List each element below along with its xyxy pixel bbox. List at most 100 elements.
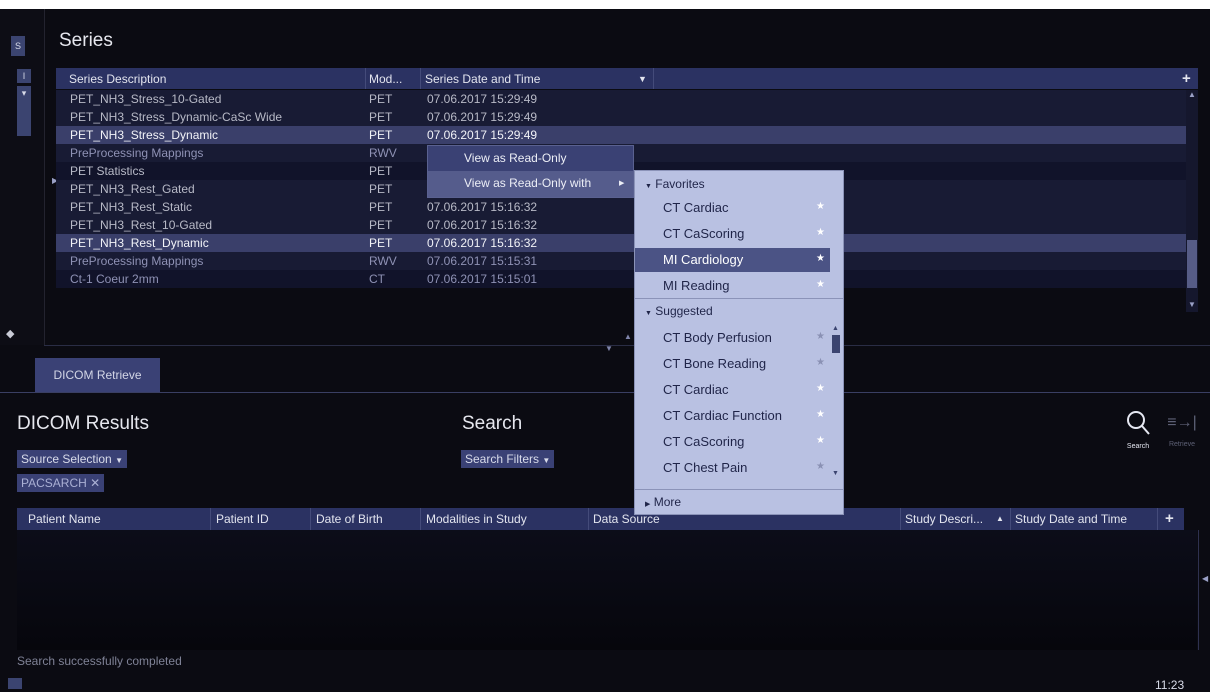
- source-chip[interactable]: PACSARCH ✕: [17, 474, 105, 492]
- series-modality: CT: [369, 272, 385, 286]
- panel-tab-s[interactable]: S: [11, 36, 25, 56]
- table-row[interactable]: PET_NH3_Rest_Static PET 07.06.2017 15:16:3…: [56, 198, 1186, 216]
- menu-item-label: View as Read-Only: [464, 151, 567, 165]
- splitter-up-icon[interactable]: ▲: [624, 332, 632, 341]
- star-icon[interactable]: ★: [816, 409, 825, 420]
- scroll-thumb[interactable]: [832, 335, 840, 353]
- source-selection-dropdown[interactable]: Source Selection ▼: [17, 450, 127, 468]
- star-icon[interactable]: ★: [816, 357, 825, 368]
- series-scrollbar[interactable]: ▲ ▼: [1186, 90, 1198, 312]
- col-series-description[interactable]: Series Description: [69, 72, 166, 86]
- submenu-scrollbar[interactable]: ▲ ▼: [832, 325, 840, 479]
- col-date-of-birth[interactable]: Date of Birth: [316, 512, 383, 526]
- layout-item[interactable]: CT CaScoring ★: [635, 222, 830, 246]
- search-icon: [1127, 411, 1150, 435]
- search-filters-label: Search Filters: [465, 452, 540, 466]
- splitter[interactable]: [44, 345, 1210, 346]
- scroll-up-icon[interactable]: ▲: [832, 325, 839, 332]
- col-patient-id[interactable]: Patient ID: [216, 512, 269, 526]
- col-modality[interactable]: Mod...: [369, 72, 402, 86]
- star-icon[interactable]: ★: [816, 279, 825, 290]
- menu-item-view-read-only[interactable]: View as Read-Only: [428, 146, 633, 171]
- close-icon[interactable]: ✕: [90, 476, 100, 490]
- table-row[interactable]: PET_NH3_Stress_10-Gated PET 07.06.2017 15:…: [56, 90, 1186, 108]
- star-icon[interactable]: ★: [816, 331, 825, 342]
- col-study-date[interactable]: Study Date and Time: [1015, 512, 1127, 526]
- splitter-arrow-icon[interactable]: ▼: [605, 344, 613, 353]
- table-row[interactable]: PET_NH3_Rest_Dynamic PET 07.06.2017 15:16:…: [56, 234, 1186, 252]
- table-row[interactable]: PET_NH3_Stress_Dynamic PET 07.06.2017 15:2…: [56, 126, 1186, 144]
- results-table-body: [17, 530, 1197, 650]
- layout-item[interactable]: CT Cardiac ★: [635, 378, 830, 402]
- series-modality: RWV: [369, 146, 397, 160]
- star-icon[interactable]: ★: [816, 383, 825, 394]
- panel-tab-i[interactable]: I: [17, 69, 31, 83]
- layout-item[interactable]: CT Bone Reading ★: [635, 352, 830, 376]
- star-icon[interactable]: ★: [816, 253, 825, 264]
- panel-collapse-button[interactable]: ▾: [17, 86, 31, 136]
- series-description: PreProcessing Mappings: [70, 254, 204, 268]
- col-patient-name[interactable]: Patient Name: [28, 512, 101, 526]
- layout-item[interactable]: CT Cardiac ★: [635, 196, 830, 220]
- add-column-button[interactable]: +: [1182, 70, 1191, 87]
- layout-item[interactable]: CT Body Perfusion ★: [635, 326, 830, 350]
- chevron-down-icon: ▼: [645, 183, 652, 190]
- col-study-description[interactable]: Study Descri...: [905, 512, 983, 526]
- tab-dicom-retrieve[interactable]: DICOM Retrieve: [35, 358, 160, 392]
- series-date: 07.06.2017 15:16:32: [427, 236, 538, 250]
- suggested-header[interactable]: ▼ Suggested: [645, 304, 835, 318]
- table-row[interactable]: PET_NH3_Stress_Dynamic-CaSc Wide PET 07.06…: [56, 108, 1186, 126]
- submenu-arrow-icon: ▶: [619, 180, 625, 187]
- search-filters-dropdown[interactable]: Search Filters ▼: [461, 450, 555, 468]
- sort-asc-icon[interactable]: ▲: [996, 514, 1004, 523]
- table-row[interactable]: PET_NH3_Rest_10-Gated PET 07.06.2017 15:16…: [56, 216, 1186, 234]
- star-icon[interactable]: ★: [816, 435, 825, 446]
- col-modalities[interactable]: Modalities in Study: [426, 512, 527, 526]
- layout-item[interactable]: CT Chest Pain ★: [635, 456, 830, 480]
- layout-item-label: CT Cardiac: [663, 200, 729, 215]
- source-selection-label: Source Selection: [21, 452, 112, 466]
- layout-item[interactable]: CT CaScoring ★: [635, 430, 830, 454]
- retrieve-button-label: Retrieve: [1168, 441, 1196, 448]
- layout-submenu: ▼ Favorites CT Cardiac ★ CT CaScoring ★ MI C…: [634, 170, 844, 515]
- layout-item-label: CT Cardiac Function: [663, 408, 782, 423]
- sort-desc-icon[interactable]: ▼: [638, 74, 647, 84]
- search-button[interactable]: Search: [1118, 410, 1158, 450]
- menu-item-view-read-only-with[interactable]: View as Read-Only with ▶: [428, 171, 633, 197]
- favorites-header[interactable]: ▼ Favorites: [645, 177, 835, 191]
- series-modality: PET: [369, 236, 393, 250]
- series-modality: RWV: [369, 254, 397, 268]
- star-icon[interactable]: ★: [816, 227, 825, 238]
- retrieve-button[interactable]: ≡→| Retrieve: [1162, 414, 1202, 448]
- star-icon[interactable]: ★: [816, 461, 825, 472]
- series-date: 07.06.2017 15:16:32: [427, 200, 538, 214]
- star-icon[interactable]: ★: [816, 201, 825, 212]
- diamond-icon[interactable]: ◆: [6, 327, 14, 340]
- series-description: PreProcessing Mappings: [70, 146, 204, 160]
- layout-item[interactable]: MI Cardiology ★: [635, 248, 830, 272]
- chevron-down-icon: ▼: [115, 456, 123, 465]
- table-row[interactable]: Ct-1 Coeur 2mm CT 07.06.2017 15:15:01: [56, 270, 1186, 288]
- series-modality: PET: [369, 164, 393, 178]
- more-label: More: [653, 495, 682, 509]
- taskbar-button[interactable]: [8, 678, 22, 689]
- table-row[interactable]: PreProcessing Mappings RWV 07.06.2017 15:1…: [56, 252, 1186, 270]
- scroll-thumb[interactable]: [1187, 240, 1197, 288]
- scroll-up-icon[interactable]: ▲: [1188, 90, 1196, 99]
- layout-item[interactable]: CT Cardiac Function ★: [635, 404, 830, 428]
- more-item[interactable]: ▶ More: [645, 495, 835, 509]
- layout-item-label: CT Bone Reading: [663, 356, 767, 371]
- scroll-down-icon[interactable]: ▼: [832, 470, 839, 477]
- chevron-down-icon: ▼: [542, 456, 551, 465]
- side-panel-toggle-icon[interactable]: ◀: [1202, 574, 1208, 583]
- series-date: 07.06.2017 15:15:31: [427, 254, 538, 268]
- clock: 11:23: [1155, 678, 1185, 692]
- context-menu: View as Read-Only View as Read-Only with…: [427, 145, 634, 198]
- layout-item-label: CT CaScoring: [663, 434, 745, 449]
- series-modality: PET: [369, 200, 393, 214]
- layout-item[interactable]: MI Reading ★: [635, 274, 830, 298]
- col-series-date[interactable]: Series Date and Time: [425, 72, 540, 86]
- add-column-button[interactable]: +: [1165, 510, 1174, 527]
- scroll-down-icon[interactable]: ▼: [1188, 300, 1196, 309]
- suggested-list: CT Body Perfusion ★ CT Bone Reading ★ CT Car…: [635, 323, 843, 485]
